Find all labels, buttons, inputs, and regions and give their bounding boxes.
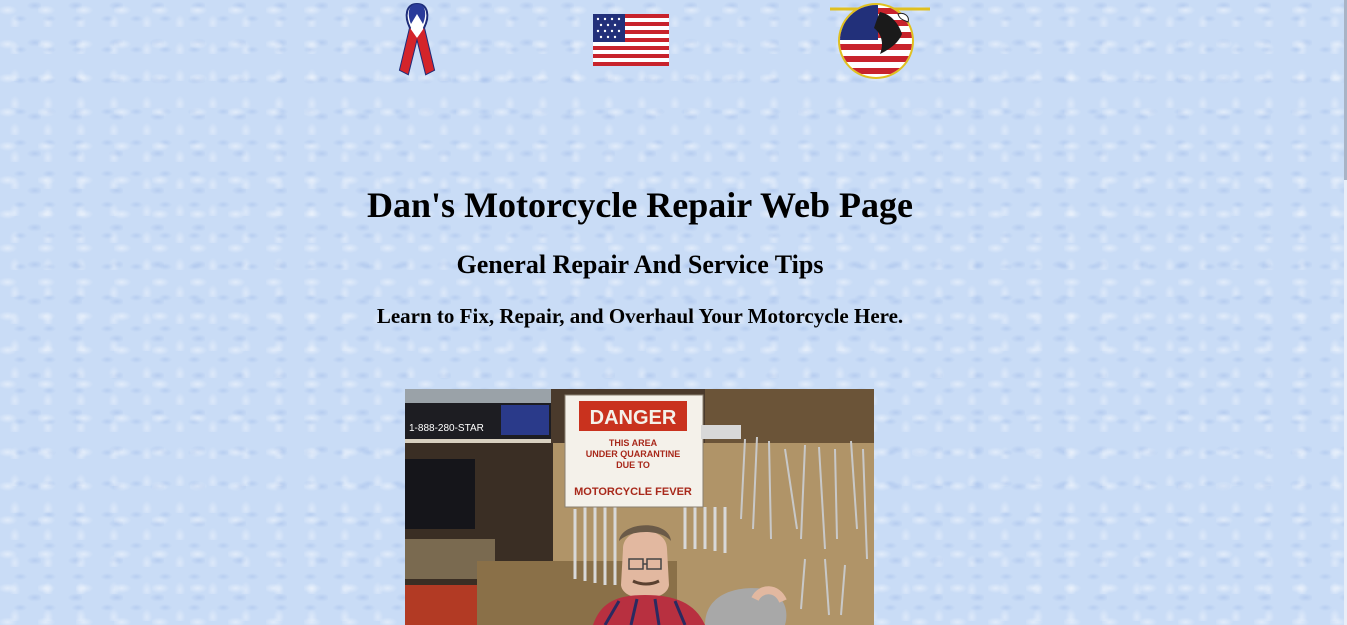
american-flag-icon (593, 14, 669, 66)
sign-heading: DANGER (590, 407, 677, 429)
sign-line-1: THIS AREA (609, 438, 658, 448)
sign-line-2: UNDER QUARANTINE (586, 449, 681, 459)
page-title: Dan's Motorcycle Repair Web Page (367, 185, 913, 225)
garage-photo-art: 1-888-280-STAR DANGER THIS AREA UNDER QU… (405, 389, 874, 625)
page-subtitle: General Repair And Service Tips (456, 250, 824, 279)
sign-line-4: MOTORCYCLE FEVER (574, 486, 692, 498)
ribbon-icon (398, 2, 436, 76)
banner-phone-text: 1-888-280-STAR (409, 423, 484, 434)
page-tagline: Learn to Fix, Repair, and Overhaul Your … (376, 304, 904, 328)
eagle-badge-icon (830, 3, 930, 79)
sign-line-3: DUE TO (616, 460, 650, 470)
garage-photo: 1-888-280-STAR DANGER THIS AREA UNDER QU… (405, 389, 874, 625)
